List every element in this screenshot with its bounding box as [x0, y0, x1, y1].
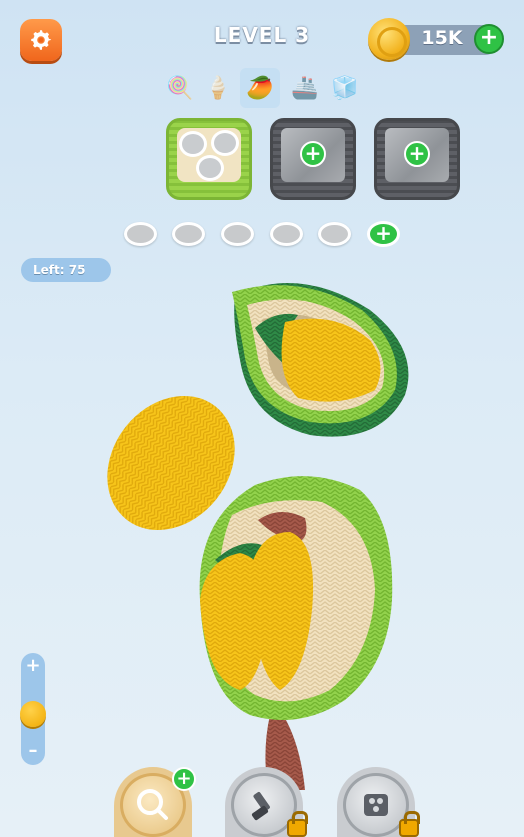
- level-thumb-4[interactable]: 🚢: [285, 68, 325, 108]
- box-hole: [211, 130, 239, 156]
- ice-cream-icon: 🍦: [204, 75, 232, 101]
- lock-icon: [399, 811, 420, 837]
- level-thumb-2[interactable]: 🍦: [198, 68, 238, 108]
- vacuum-tool-button[interactable]: [225, 767, 308, 837]
- durian-main-piece[interactable]: [199, 476, 393, 790]
- level-thumb-3[interactable]: 🥭: [240, 68, 280, 108]
- box-icon: [364, 794, 388, 816]
- box-hole: [196, 155, 224, 181]
- add-spool-tool-button[interactable]: +: [114, 767, 196, 837]
- active-box[interactable]: [166, 118, 252, 200]
- plus-icon: +: [404, 141, 430, 167]
- spool-slot: [270, 222, 303, 246]
- plus-icon: +: [300, 141, 326, 167]
- magnifier-plus-icon: [137, 789, 168, 820]
- plus-icon: +: [172, 767, 196, 791]
- zoom-in-icon[interactable]: +: [21, 655, 45, 676]
- spool-slot: [172, 222, 205, 246]
- box-hole: [179, 131, 207, 157]
- plus-icon: +: [479, 25, 499, 50]
- cube-icon: 🧊: [331, 75, 359, 101]
- coin-amount: 15K: [421, 27, 463, 49]
- spool-slot: [221, 222, 254, 246]
- locked-box-1[interactable]: +: [270, 118, 356, 200]
- coin-icon: [368, 18, 410, 60]
- spool-slot: [124, 222, 157, 246]
- locked-box-2[interactable]: +: [374, 118, 460, 200]
- vacuum-icon: [251, 792, 270, 821]
- yarn-puzzle[interactable]: [0, 270, 524, 790]
- lock-icon: [287, 811, 308, 837]
- plus-icon: +: [375, 221, 392, 245]
- level-thumb-5[interactable]: 🧊: [325, 68, 365, 108]
- boat-icon: 🚢: [291, 75, 319, 101]
- level-thumb-1[interactable]: 🍭: [160, 68, 200, 108]
- zoom-out-icon[interactable]: –: [21, 740, 45, 761]
- add-coins-button[interactable]: +: [474, 24, 504, 54]
- durian-icon: 🥭: [246, 75, 274, 101]
- lollipop-icon: 🍭: [166, 75, 194, 101]
- spool-slot: [318, 222, 351, 246]
- add-spool-slot-button[interactable]: +: [367, 221, 400, 247]
- durian-half-piece[interactable]: [232, 283, 409, 437]
- box-tool-button[interactable]: [337, 767, 420, 837]
- zoom-slider-handle[interactable]: [20, 701, 46, 727]
